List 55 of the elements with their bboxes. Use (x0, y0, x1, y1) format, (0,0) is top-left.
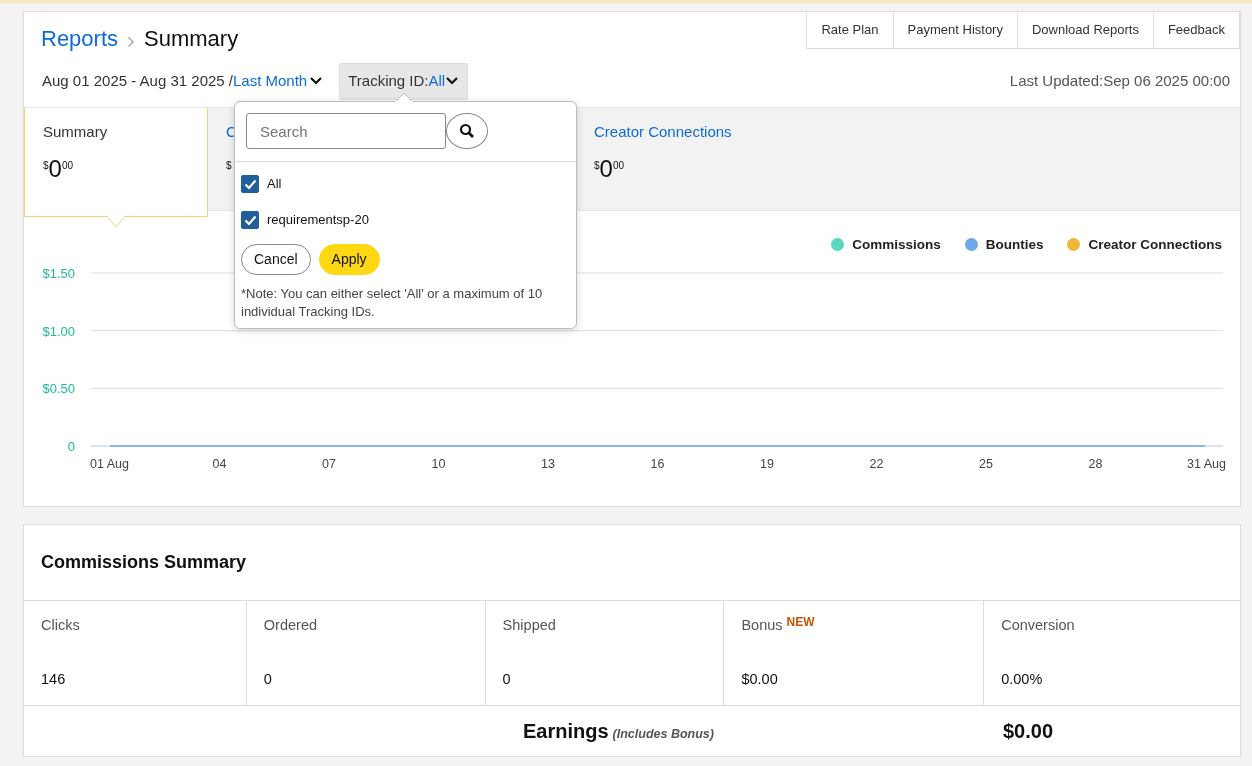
section-title: Commissions Summary (40, 551, 248, 574)
x-axis-label: 13 (541, 456, 555, 471)
search-icon (459, 123, 475, 139)
column-value: 146 (41, 670, 67, 690)
column-label: Conversion (1001, 617, 1075, 633)
option-label: requirementsp-20 (267, 211, 369, 230)
top-link[interactable]: Feedback (1152, 12, 1240, 49)
cancel-button[interactable]: Cancel (241, 244, 311, 275)
chevron-down-icon (309, 76, 324, 87)
chevron-right-icon (127, 35, 136, 48)
new-label: NEW (786, 615, 815, 629)
x-axis-label: 04 (212, 456, 227, 471)
x-axis-label: 25 (979, 456, 993, 471)
column-label: Bonus (741, 617, 783, 633)
legend-label: Creator Connections (1088, 235, 1222, 254)
y-axis-label: $0.50 (42, 381, 75, 397)
checkbox[interactable] (241, 211, 259, 229)
checkbox[interactable] (241, 175, 259, 193)
last-updated: Last Updated:Sep 06 2025 00:00 (1009, 71, 1230, 91)
x-axis-label: 19 (760, 456, 774, 471)
x-axis-label: 10 (431, 456, 446, 471)
column-value: 0 (502, 670, 512, 690)
column-value: $0.00 (741, 670, 779, 690)
earnings-value: $0.00 (1003, 719, 1054, 744)
page-title: Summary (144, 25, 239, 53)
x-axis-label: 28 (1088, 456, 1103, 471)
column-label: Ordered (263, 617, 317, 633)
x-axis-label: 01 Aug (90, 456, 129, 471)
option-label: All (267, 175, 282, 194)
search-button[interactable] (446, 113, 488, 149)
column-value: 0 (263, 670, 273, 690)
x-axis-label: 16 (650, 456, 665, 471)
tab-pointer (107, 215, 125, 228)
column-value: 0.00% (1001, 670, 1044, 690)
legend-label: Commissions (852, 235, 941, 254)
earnings-label: Earnings (523, 719, 609, 744)
x-axis-label: 31 Aug (1187, 456, 1226, 471)
y-axis-label: 0 (67, 438, 75, 454)
search-field[interactable]: Search (246, 113, 446, 149)
tracking-id-dropdown[interactable]: Tracking ID:All (339, 63, 469, 100)
earnings-note: (Includes Bonus) (612, 726, 714, 743)
x-axis-label: 22 (869, 456, 884, 471)
y-axis-label: $1.00 (42, 323, 75, 339)
breadcrumb-link[interactable]: Reports (41, 22, 119, 55)
y-axis-label: $1.50 (42, 265, 75, 281)
chevron-down-icon (445, 76, 460, 87)
column-label: Clicks (41, 617, 80, 633)
legend-label: Bounties (985, 235, 1044, 254)
note-text: *Note: You can either select 'All' or a maximum of 10 individual Tracking IDs. (240, 285, 544, 322)
x-axis-label: 07 (322, 456, 336, 471)
date-preset-dropdown[interactable]: Last Month (233, 70, 324, 93)
apply-button[interactable]: Apply (318, 244, 380, 275)
date-range: Aug 01 2025 - Aug 31 2025 / (42, 71, 233, 91)
column-label: Shipped (502, 617, 556, 633)
top-link[interactable]: Rate Plan (806, 12, 894, 49)
